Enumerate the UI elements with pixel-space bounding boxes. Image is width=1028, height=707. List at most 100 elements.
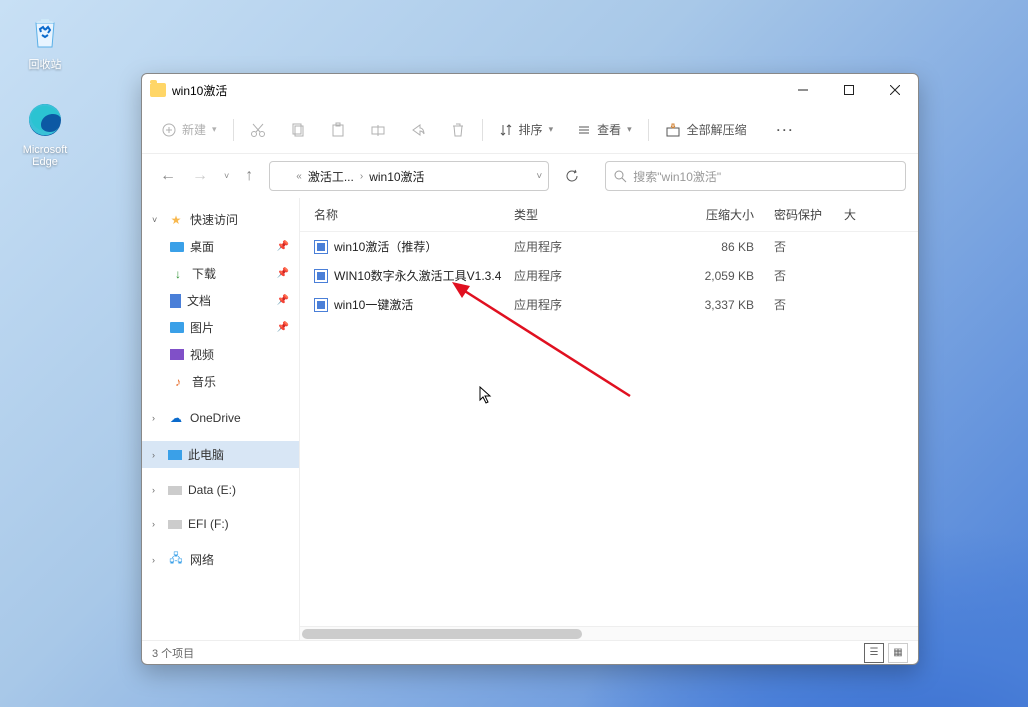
statusbar: 3 个项目 ☰ ▦ (142, 640, 918, 664)
file-size: 2,059 KB (664, 269, 774, 283)
breadcrumb-part[interactable]: 激活工... (308, 168, 354, 185)
application-icon (314, 240, 328, 254)
delete-icon (450, 122, 466, 138)
sidebar-network[interactable]: ›🖧网络 (142, 546, 299, 573)
file-type: 应用程序 (514, 267, 664, 284)
column-type[interactable]: 类型 (514, 206, 664, 223)
sidebar-this-pc[interactable]: ›此电脑 (142, 441, 299, 468)
copy-button[interactable] (282, 116, 314, 144)
file-explorer-window: win10激活 新建 ▾ 排序 ▾ 查看 ▾ (141, 73, 919, 665)
sidebar-pictures[interactable]: 图片📌 (142, 314, 299, 341)
up-button[interactable]: ↑ (239, 163, 259, 189)
cut-button[interactable] (242, 116, 274, 144)
recent-button[interactable]: ˅ (218, 167, 235, 185)
search-icon (614, 170, 627, 183)
file-size: 3,337 KB (664, 298, 774, 312)
details-view-button[interactable]: ☰ (864, 643, 884, 663)
thumbnails-view-button[interactable]: ▦ (888, 643, 908, 663)
view-button[interactable]: 查看 ▾ (569, 115, 640, 144)
rename-icon (370, 122, 386, 138)
star-icon: ★ (168, 212, 184, 228)
column-compressed-size[interactable]: 压缩大小 (664, 206, 774, 223)
chevron-right-icon: › (152, 450, 162, 460)
breadcrumb-part[interactable]: win10激活 (369, 168, 424, 185)
sidebar-documents[interactable]: 文档📌 (142, 287, 299, 314)
drive-icon (168, 486, 182, 495)
file-row[interactable]: win10激活（推荐）应用程序86 KB否 (300, 232, 918, 261)
folder-icon (276, 170, 290, 182)
chevron-right-icon: › (360, 171, 363, 182)
pin-icon: 📌 (277, 322, 289, 333)
refresh-button[interactable] (559, 165, 585, 187)
more-button[interactable]: ··· (769, 117, 803, 143)
chevron-down-icon: ▾ (212, 124, 217, 135)
search-placeholder: 搜索"win10激活" (633, 168, 721, 185)
file-type: 应用程序 (514, 238, 664, 255)
chevron-down-icon: ▾ (549, 124, 554, 135)
maximize-button[interactable] (826, 74, 872, 106)
titlebar[interactable]: win10激活 (142, 74, 918, 106)
view-icon (577, 123, 591, 137)
desktop-icon-recycle-bin[interactable]: 回收站 (10, 12, 80, 72)
scrollbar-thumb[interactable] (302, 629, 582, 639)
back-button[interactable]: ← (154, 163, 182, 189)
sidebar-efi-f[interactable]: ›EFI (F:) (142, 512, 299, 536)
close-button[interactable] (872, 74, 918, 106)
share-button[interactable] (402, 116, 434, 144)
chevron-right-icon: › (152, 555, 162, 565)
desktop-label: Microsoft Edge (10, 144, 80, 168)
file-name: WIN10数字永久激活工具V1.3.4 (334, 267, 501, 284)
sort-button[interactable]: 排序 ▾ (491, 115, 562, 144)
column-name[interactable]: 名称 (314, 206, 514, 223)
desktop-icon-edge[interactable]: Microsoft Edge (10, 100, 80, 168)
network-icon: 🖧 (168, 552, 184, 568)
paste-button[interactable] (322, 116, 354, 144)
chevron-right-icon: › (152, 485, 162, 495)
sidebar-music[interactable]: ♪音乐 (142, 368, 299, 395)
status-item-count: 3 个项目 (152, 645, 194, 661)
pin-icon: 📌 (277, 295, 289, 306)
chevron-down-icon: ▾ (627, 124, 632, 135)
horizontal-scrollbar[interactable] (300, 626, 918, 640)
file-row[interactable]: WIN10数字永久激活工具V1.3.4应用程序2,059 KB否 (300, 261, 918, 290)
paste-icon (330, 122, 346, 138)
download-icon: ↓ (170, 266, 186, 282)
delete-button[interactable] (442, 116, 474, 144)
rename-button[interactable] (362, 116, 394, 144)
sidebar-data-e[interactable]: ›Data (E:) (142, 478, 299, 502)
application-icon (314, 298, 328, 312)
column-size[interactable]: 大 (844, 206, 904, 223)
search-box[interactable]: 搜索"win10激活" (605, 161, 906, 191)
sidebar-quick-access[interactable]: ˅★快速访问 (142, 206, 299, 233)
plus-circle-icon (162, 123, 176, 137)
extract-all-button[interactable]: 全部解压缩 (657, 115, 755, 144)
minimize-button[interactable] (780, 74, 826, 106)
address-bar[interactable]: « 激活工... › win10激活 ˅ (269, 161, 549, 191)
sidebar-onedrive[interactable]: ›☁OneDrive (142, 405, 299, 431)
sort-icon (499, 123, 513, 137)
cloud-icon: ☁ (168, 410, 184, 426)
file-row[interactable]: win10一键激活应用程序3,337 KB否 (300, 290, 918, 319)
column-password[interactable]: 密码保护 (774, 206, 844, 223)
column-headers[interactable]: 名称 类型 压缩大小 密码保护 大 (300, 198, 918, 232)
navbar: ← → ˅ ↑ « 激活工... › win10激活 ˅ 搜索"win10激活" (142, 154, 918, 198)
sidebar-desktop[interactable]: 桌面📌 (142, 233, 299, 260)
sidebar-videos[interactable]: 视频 (142, 341, 299, 368)
content-area: 名称 类型 压缩大小 密码保护 大 win10激活（推荐）应用程序86 KB否 W… (300, 198, 918, 640)
sidebar-downloads[interactable]: ↓下载📌 (142, 260, 299, 287)
desktop-icon (170, 242, 184, 252)
new-button[interactable]: 新建 ▾ (154, 115, 225, 144)
refresh-icon (565, 169, 579, 183)
file-list: win10激活（推荐）应用程序86 KB否 WIN10数字永久激活工具V1.3.4… (300, 232, 918, 626)
video-icon (170, 349, 184, 360)
desktop-label: 回收站 (10, 56, 80, 72)
pc-icon (168, 450, 182, 460)
pin-icon: 📌 (277, 241, 289, 252)
file-size: 86 KB (664, 240, 774, 254)
music-icon: ♪ (170, 374, 186, 390)
toolbar: 新建 ▾ 排序 ▾ 查看 ▾ 全部解压缩 ··· (142, 106, 918, 154)
chevron-down-icon[interactable]: ˅ (536, 171, 542, 182)
forward-button[interactable]: → (186, 163, 214, 189)
chevron-down-icon: ˅ (152, 215, 162, 225)
share-icon (410, 122, 426, 138)
